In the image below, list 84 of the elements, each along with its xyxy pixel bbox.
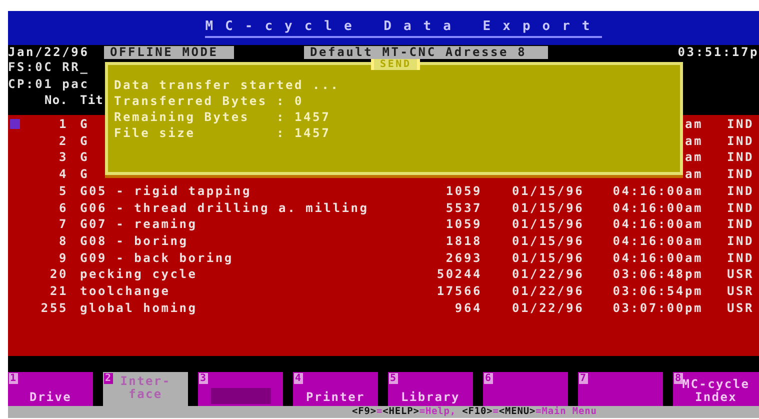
table-cell: am	[684, 149, 703, 166]
table-cell: IND	[727, 200, 754, 216]
table-cell: 1059	[446, 182, 482, 200]
table-cell: 03:07:00pm	[612, 300, 703, 316]
table-cell: 8	[58, 232, 68, 250]
table-cell: 04:16:00am	[612, 216, 703, 233]
window-title: MC-cycle Data Export	[205, 18, 602, 38]
table-cell: G09 - back boring	[80, 250, 234, 266]
table-cell: 50244	[436, 266, 482, 283]
table-cell: IND	[727, 166, 754, 183]
function-key[interactable]: 1 Drive	[8, 372, 93, 406]
table-cell: 255	[40, 300, 68, 316]
table-cell: 01/15/96	[512, 200, 584, 216]
table-cell: 17566	[436, 282, 482, 300]
table-cell: 04:16:00am	[612, 182, 703, 200]
table-cell: 1059	[446, 216, 482, 233]
table-cell: 5	[58, 182, 68, 200]
function-key[interactable]: 3	[198, 372, 283, 406]
table-cell: IND	[727, 116, 754, 133]
table-cell: USR	[727, 266, 754, 283]
table-cell: IND	[727, 149, 754, 166]
table-cell: 03:06:48pm	[612, 266, 703, 283]
dialog-text: Data transfer started ...	[114, 77, 341, 93]
mode-indicator: OFFLINE MODE	[104, 46, 234, 58]
table-cell: 7	[58, 216, 68, 233]
table-cell: 04:16:00am	[612, 200, 703, 216]
table-cell: USR	[727, 282, 754, 300]
table-cell: USR	[727, 300, 754, 316]
table-cell: 2693	[446, 250, 482, 266]
table-cell: 5537	[446, 200, 482, 216]
table-cell: IND	[727, 232, 754, 250]
table-cell: G07 - reaming	[80, 216, 198, 233]
table-cell: 1	[58, 116, 68, 133]
dialog-title: SEND	[371, 59, 420, 70]
table-cell: G	[80, 149, 90, 166]
table-cell: 01/22/96	[512, 282, 584, 300]
table-cell: 01/22/96	[512, 300, 584, 316]
help-hint: <F9>=<HELP>=Help, <F10>=<MENU>=Main Menu	[352, 406, 597, 418]
function-key[interactable]: 2 Inter-face	[103, 372, 188, 406]
function-key[interactable]: 4 Printer	[293, 372, 378, 406]
table-cell: G05 - rigid tapping	[80, 182, 252, 200]
function-key[interactable]: 7	[578, 372, 663, 406]
table-cell: 6	[58, 200, 68, 216]
table-cell: G08 - boring	[80, 232, 188, 250]
table-cell: am	[684, 116, 703, 133]
table-cell: am	[684, 132, 703, 150]
table-cell: 01/15/96	[512, 182, 584, 200]
table-cell: G	[80, 116, 90, 133]
table-cell: IND	[727, 216, 754, 233]
table-cell: 01/15/96	[512, 232, 584, 250]
table-cell: 4	[58, 166, 68, 183]
dialog-text: File size : 1457	[114, 125, 332, 141]
table-cell: 04:16:00am	[612, 250, 703, 266]
table-cell: G06 - thread drilling a. milling	[80, 200, 369, 216]
table-cell: 01/22/96	[512, 266, 584, 283]
dialog-text: Transferred Bytes : 0	[114, 93, 305, 109]
function-key[interactable]: 5 Library	[388, 372, 473, 406]
column-header: No.	[44, 92, 68, 110]
function-key[interactable]: 6	[483, 372, 568, 406]
table-cell: 1818	[446, 232, 482, 250]
table-cell: 2	[58, 132, 68, 150]
table-cell: toolchange	[80, 282, 170, 300]
table-cell: 04:16:00am	[612, 232, 703, 250]
table-cell: IND	[727, 132, 754, 150]
table-cell: 21	[50, 282, 68, 300]
table-cell: 3	[58, 149, 68, 166]
table-cell: G	[80, 166, 90, 183]
table-cell: pecking cycle	[80, 266, 198, 283]
column-header: Tit	[80, 92, 104, 110]
table-cell: 964	[454, 300, 482, 316]
date-text: Jan/22/96	[8, 45, 90, 59]
table-cell: IND	[727, 182, 754, 200]
table-cell: IND	[727, 250, 754, 266]
table-cell: 03:06:54pm	[612, 282, 703, 300]
table-cell: 01/15/96	[512, 216, 584, 233]
table-cell: 01/15/96	[512, 250, 584, 266]
table-cell: G	[80, 132, 90, 150]
clock-text: 03:51:17p	[678, 45, 759, 59]
table-cell: global homing	[80, 300, 198, 316]
address-indicator: Default MT-CNC Adresse 8	[304, 46, 548, 58]
table-cell: am	[684, 166, 703, 183]
table-cell: 9	[58, 250, 68, 266]
table-cell: 20	[50, 266, 68, 283]
dialog-text: Remaining Bytes : 1457	[114, 109, 332, 125]
